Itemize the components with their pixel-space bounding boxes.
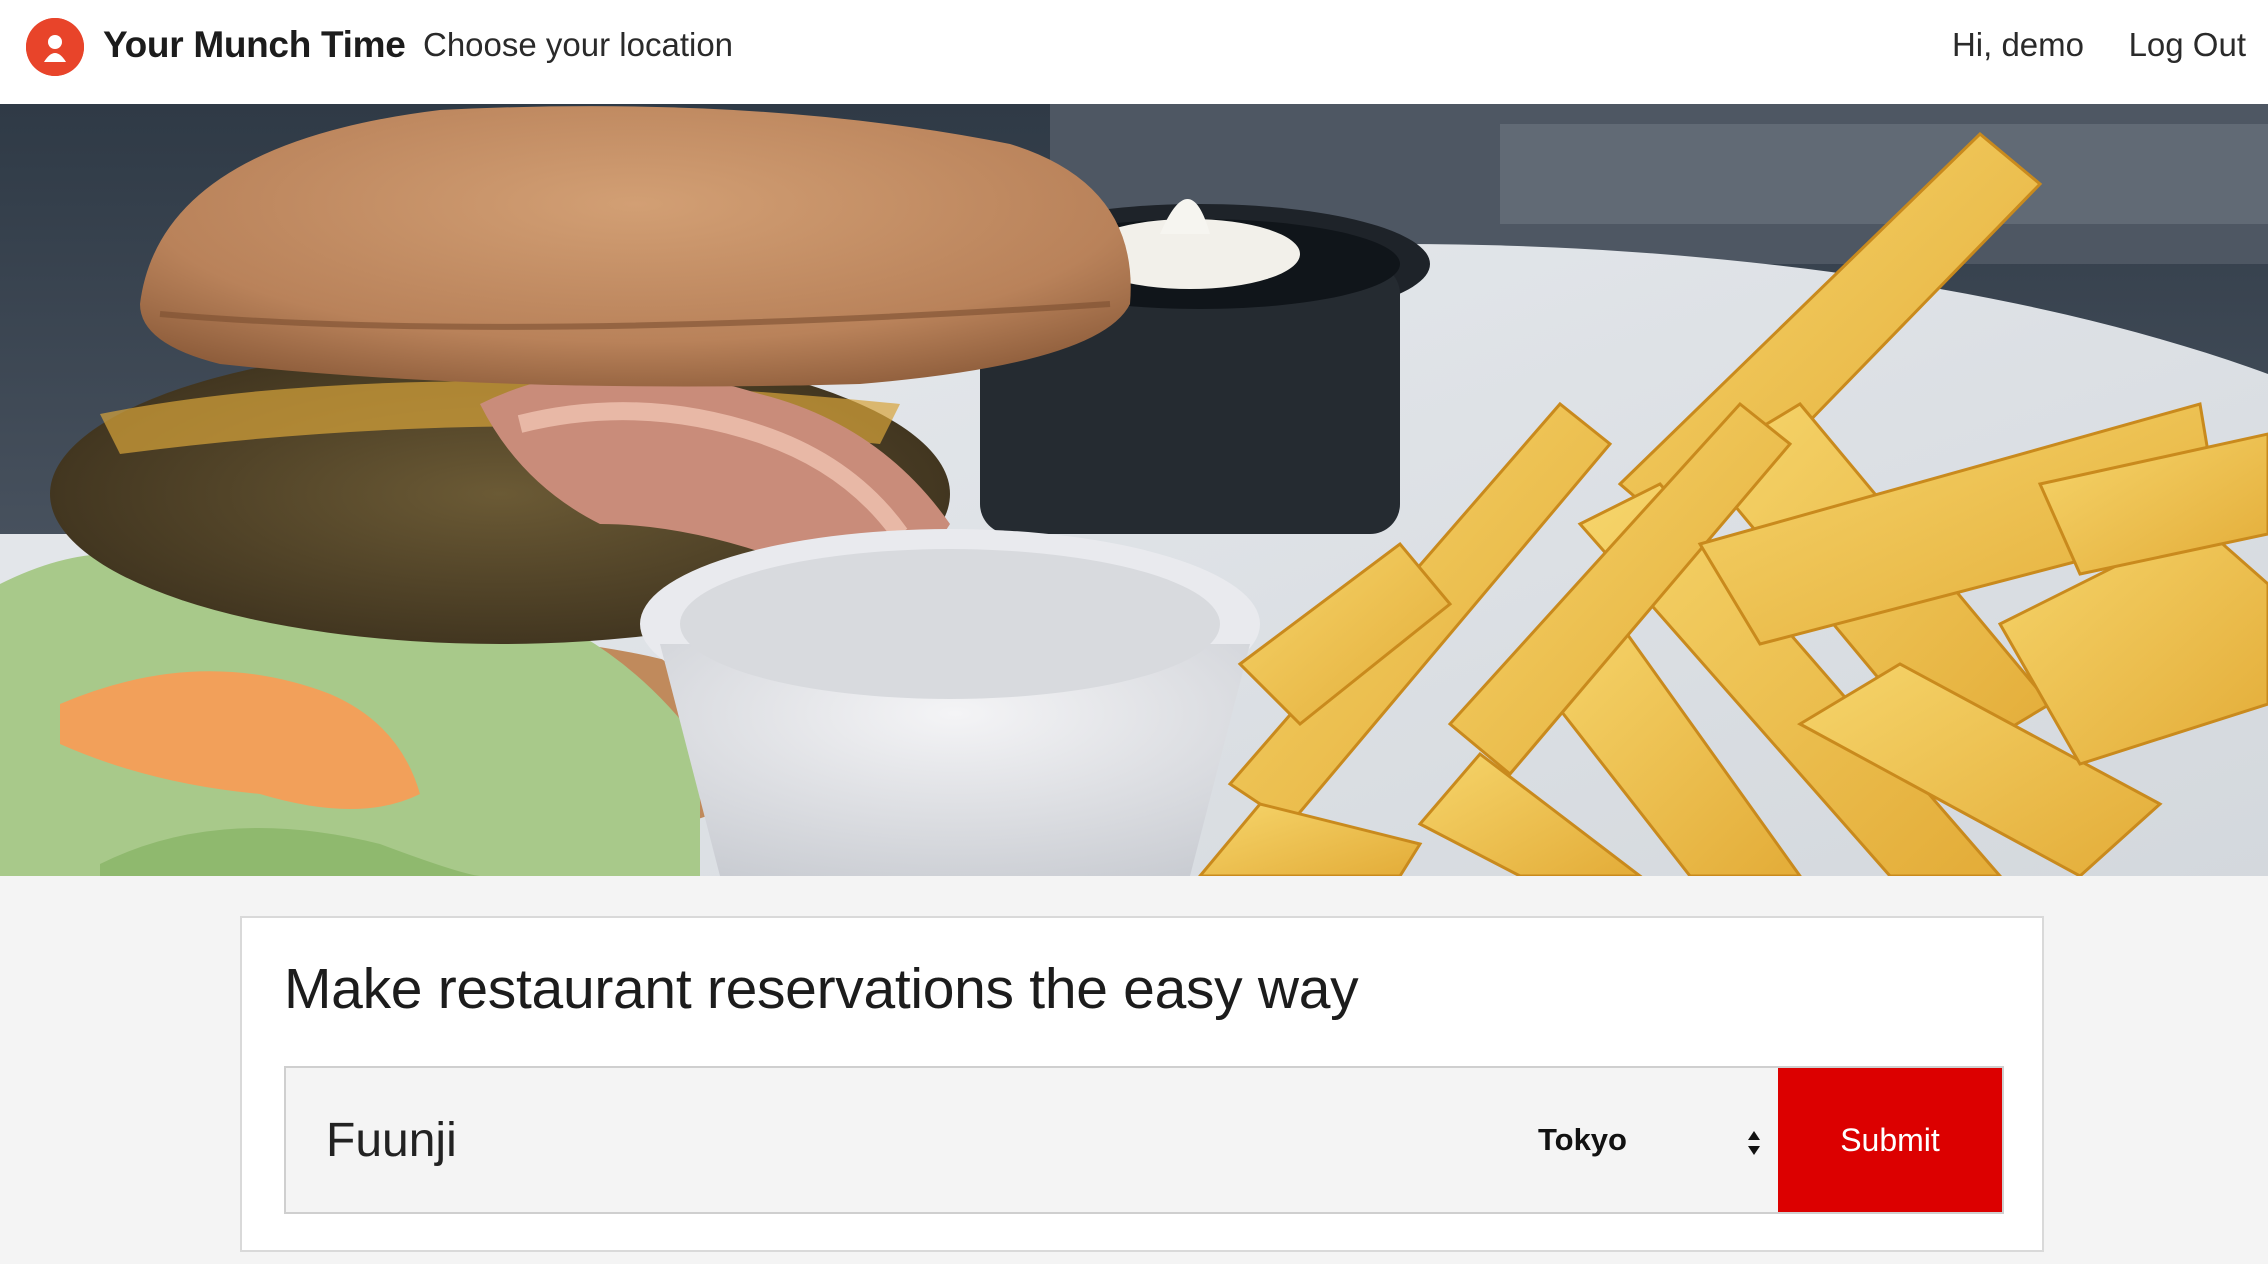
brand-logo-icon[interactable] xyxy=(26,18,84,76)
logout-link[interactable]: Log Out xyxy=(2129,26,2246,64)
reservation-search-form: Tokyo Submit xyxy=(284,1066,2004,1214)
user-greeting[interactable]: Hi, demo xyxy=(1952,26,2084,64)
restaurant-search-input[interactable] xyxy=(286,1068,1512,1212)
reservation-search-card: Make restaurant reservations the easy wa… xyxy=(240,916,2044,1252)
person-icon xyxy=(26,18,84,76)
select-updown-icon xyxy=(1748,1131,1760,1155)
page-heading: Make restaurant reservations the easy wa… xyxy=(284,957,1359,1021)
city-selected-value: Tokyo xyxy=(1538,1122,1627,1157)
choose-location-link[interactable]: Choose your location xyxy=(423,26,733,64)
top-navbar: Your Munch Time Choose your location Hi,… xyxy=(0,0,2268,104)
brand-name[interactable]: Your Munch Time xyxy=(103,24,406,66)
hero-food-image xyxy=(0,104,2268,876)
submit-button[interactable]: Submit xyxy=(1778,1068,2002,1212)
city-select[interactable]: Tokyo xyxy=(1512,1068,1778,1212)
burger-fries-illustration xyxy=(0,104,2268,876)
